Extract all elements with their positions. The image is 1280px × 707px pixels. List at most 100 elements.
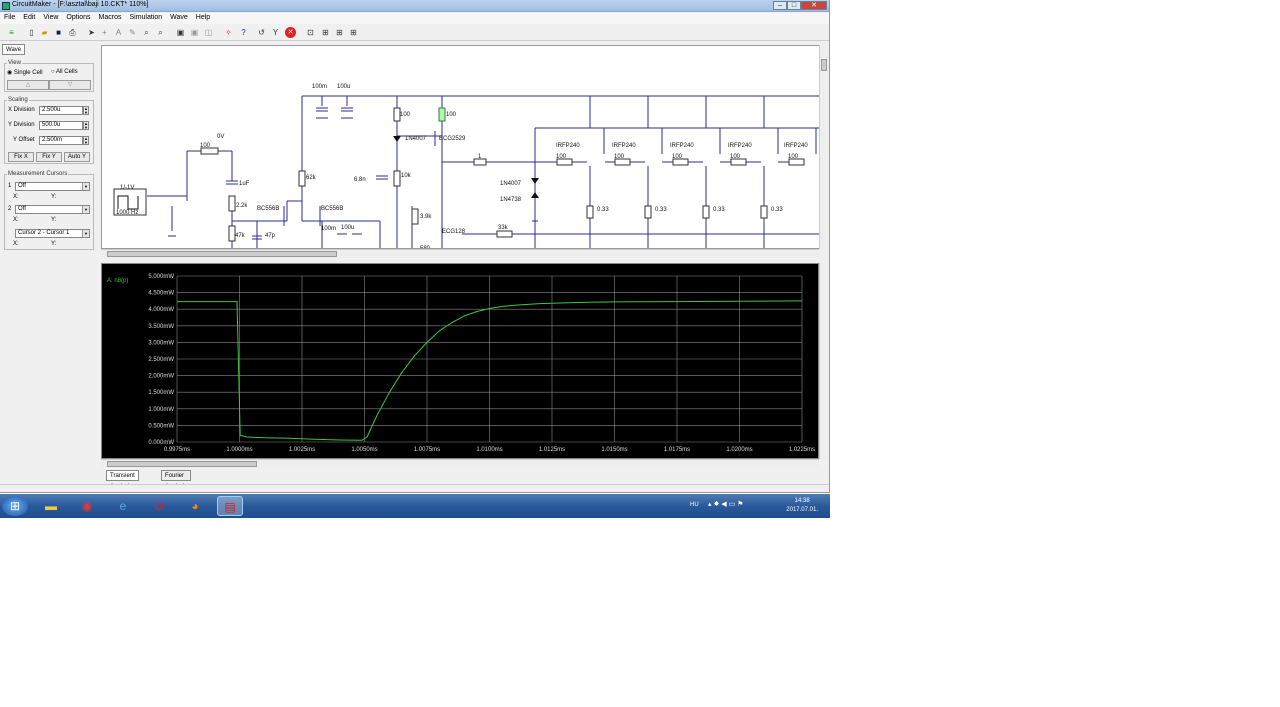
label-ecg2529: ECG2529 <box>439 136 466 142</box>
y-tick-label: 4.000mW <box>148 307 174 313</box>
tab-fourier-analysis[interactable]: Fourier Analysis <box>161 470 192 490</box>
label-bc556a: BC556B <box>257 206 279 212</box>
explorer-icon[interactable]: ▬ <box>38 496 64 516</box>
opera-icon[interactable]: O <box>146 496 172 516</box>
cursor2-y-label: Y: <box>51 217 57 223</box>
cursor-diff-select[interactable]: Cursor 2 - Cursor 1 ▼ <box>15 229 90 238</box>
step-icon[interactable]: Y <box>270 27 281 38</box>
menu-help[interactable]: Help <box>192 13 214 22</box>
help-icon[interactable]: ? <box>238 27 249 38</box>
cursor1-select[interactable]: Off ▼ <box>15 182 90 191</box>
label-1n4007b: 1N4007 <box>500 181 522 187</box>
label-g1: 100 <box>556 154 567 160</box>
zoom-in-icon[interactable]: ⌕ <box>155 27 166 38</box>
zoom-tool-icon[interactable]: ⌕ <box>141 27 152 38</box>
maximize-button[interactable]: □ <box>787 1 801 10</box>
fix-y-button[interactable]: Fix Y <box>36 152 62 162</box>
probe-tool-icon[interactable]: ✎ <box>127 27 138 38</box>
scope-icon[interactable]: ⊞ <box>334 27 345 38</box>
x-tick-label: 0.9975ms <box>164 447 190 453</box>
menu-file[interactable]: File <box>0 13 19 22</box>
label-irfp1: IRFP240 <box>556 143 580 149</box>
component-icon[interactable]: ≡ <box>6 27 17 38</box>
menu-wave[interactable]: Wave <box>166 13 192 22</box>
label-47p: 47p <box>265 233 276 239</box>
all-cells-radio[interactable]: ○ All Cells <box>51 69 78 75</box>
menu-simulation[interactable]: Simulation <box>125 13 166 22</box>
reset-icon[interactable]: ↺ <box>256 27 267 38</box>
wave-icon[interactable]: ⊞ <box>320 27 331 38</box>
schematic-vertical-scrollbar[interactable] <box>819 45 828 249</box>
print-icon[interactable]: ⎙ <box>67 27 78 38</box>
scroll-thumb[interactable] <box>107 461 257 467</box>
waveform-svg: A: n8(p) 0.9975ms 1.0000ms 1.0025ms 1.0050m… <box>107 274 815 453</box>
cell-down-button[interactable]: ▽ <box>49 80 91 90</box>
menu-options[interactable]: Options <box>62 13 94 22</box>
label-irfp4: IRFP240 <box>728 143 752 149</box>
y-offset-input[interactable]: 2.500m <box>39 136 83 145</box>
label-100m2: 100m <box>321 226 336 232</box>
stop-icon[interactable]: ✕ <box>285 27 296 38</box>
schematic-drawing: 100m 100u 100 100 1N4007 ECG2529 0V 100 … <box>113 84 819 248</box>
digital-analog-icon[interactable]: ✧ <box>223 27 234 38</box>
chrome-icon[interactable]: ◉ <box>74 496 100 516</box>
tab-wave[interactable]: Wave <box>2 44 26 55</box>
label-2k2: 2.2k <box>236 203 248 209</box>
save-icon[interactable]: ■ <box>53 27 64 38</box>
cursor1-value: Off <box>18 183 26 189</box>
x-division-input[interactable]: 2.500u <box>39 106 83 115</box>
flip-icon[interactable]: ◫ <box>203 27 214 38</box>
x-division-spinner[interactable]: ▲ ▼ <box>83 106 89 115</box>
label-62k: 62k <box>306 175 317 181</box>
firefox-icon[interactable]: ◕ <box>182 496 208 516</box>
analysis-icon[interactable]: ⊞ <box>348 27 359 38</box>
clock-time: 14:38 <box>794 498 810 504</box>
start-button[interactable]: ⊞ <box>2 496 28 516</box>
text-tool-icon[interactable]: A <box>113 27 124 38</box>
y-division-input[interactable]: 500.0u <box>39 121 83 130</box>
chevron-down-icon: ▼ <box>82 230 89 237</box>
wire-tool-icon[interactable]: + <box>99 27 110 38</box>
clock[interactable]: 14:38 2017.07.01. <box>786 497 818 515</box>
y-division-spinner[interactable]: ▲ ▼ <box>83 121 89 130</box>
waveform-horizontal-scrollbar[interactable] <box>101 459 819 468</box>
language-indicator[interactable]: HU <box>690 502 699 508</box>
cursor2-select[interactable]: Off ▼ <box>15 205 90 214</box>
tray-icons[interactable]: ▴ ✸ ◀ ▭ ⚑ <box>708 500 743 508</box>
cell-up-button[interactable]: △ <box>7 80 49 90</box>
schematic-horizontal-scrollbar[interactable] <box>101 249 819 258</box>
label-1uf: 1uF <box>239 181 250 187</box>
x-tick-label: 1.0050ms <box>351 447 377 453</box>
menu-bar: File Edit View Options Macros Simulation Wave H… <box>0 13 829 24</box>
ie-icon[interactable]: e <box>110 496 136 516</box>
toolbar: ≡ ▯ ▰ ■ ⎙ ➤ + A ✎ ⌕ ⌕ ▣ ▣ ◫ ✧ ? ↺ Y ✕ ⊡ … <box>0 25 829 41</box>
single-cell-radio[interactable]: ◉ Single Cell <box>7 69 43 76</box>
schematic-canvas[interactable]: 100m 100u 100 100 1N4007 ECG2529 0V 100 … <box>101 45 820 249</box>
tab-transient-analysis[interactable]: Transient Analysis <box>106 470 139 490</box>
open-folder-icon[interactable]: ▰ <box>39 27 50 38</box>
label-irfp2: IRFP240 <box>612 143 636 149</box>
app-window: CircuitMaker - [F:\asztal\baji 10.CKT* 1… <box>0 0 830 493</box>
y-tick-label: 1.500mW <box>148 390 174 396</box>
auto-y-button[interactable]: Auto Y <box>64 152 90 162</box>
scroll-thumb[interactable] <box>107 251 337 257</box>
rotate-icon[interactable]: ▣ <box>175 27 186 38</box>
cursor2-x-label: X: <box>13 217 19 223</box>
scroll-thumb[interactable] <box>821 59 827 71</box>
probe-icon[interactable]: ⊡ <box>305 27 316 38</box>
waveform-plot[interactable]: A: n8(p) 0.9975ms 1.0000ms 1.0025ms 1.0050m… <box>101 263 819 459</box>
menu-macros[interactable]: Macros <box>95 13 126 22</box>
waveform-vertical-scrollbar[interactable] <box>819 263 828 459</box>
minimize-button[interactable]: – <box>773 1 787 10</box>
new-file-icon[interactable]: ▯ <box>26 27 37 38</box>
close-button[interactable]: ✕ <box>801 1 827 10</box>
mirror-icon[interactable]: ▣ <box>189 27 200 38</box>
menu-edit[interactable]: Edit <box>19 13 39 22</box>
fix-x-button[interactable]: Fix X <box>8 152 34 162</box>
circuitmaker-taskbar-icon[interactable]: ▤ <box>217 496 243 516</box>
label-r100b: 100 <box>446 112 457 118</box>
arrow-tool-icon[interactable]: ➤ <box>86 27 97 38</box>
y-offset-spinner[interactable]: ▲ ▼ <box>83 136 89 145</box>
menu-view[interactable]: View <box>39 13 62 22</box>
diff-y-label: Y: <box>51 241 57 247</box>
